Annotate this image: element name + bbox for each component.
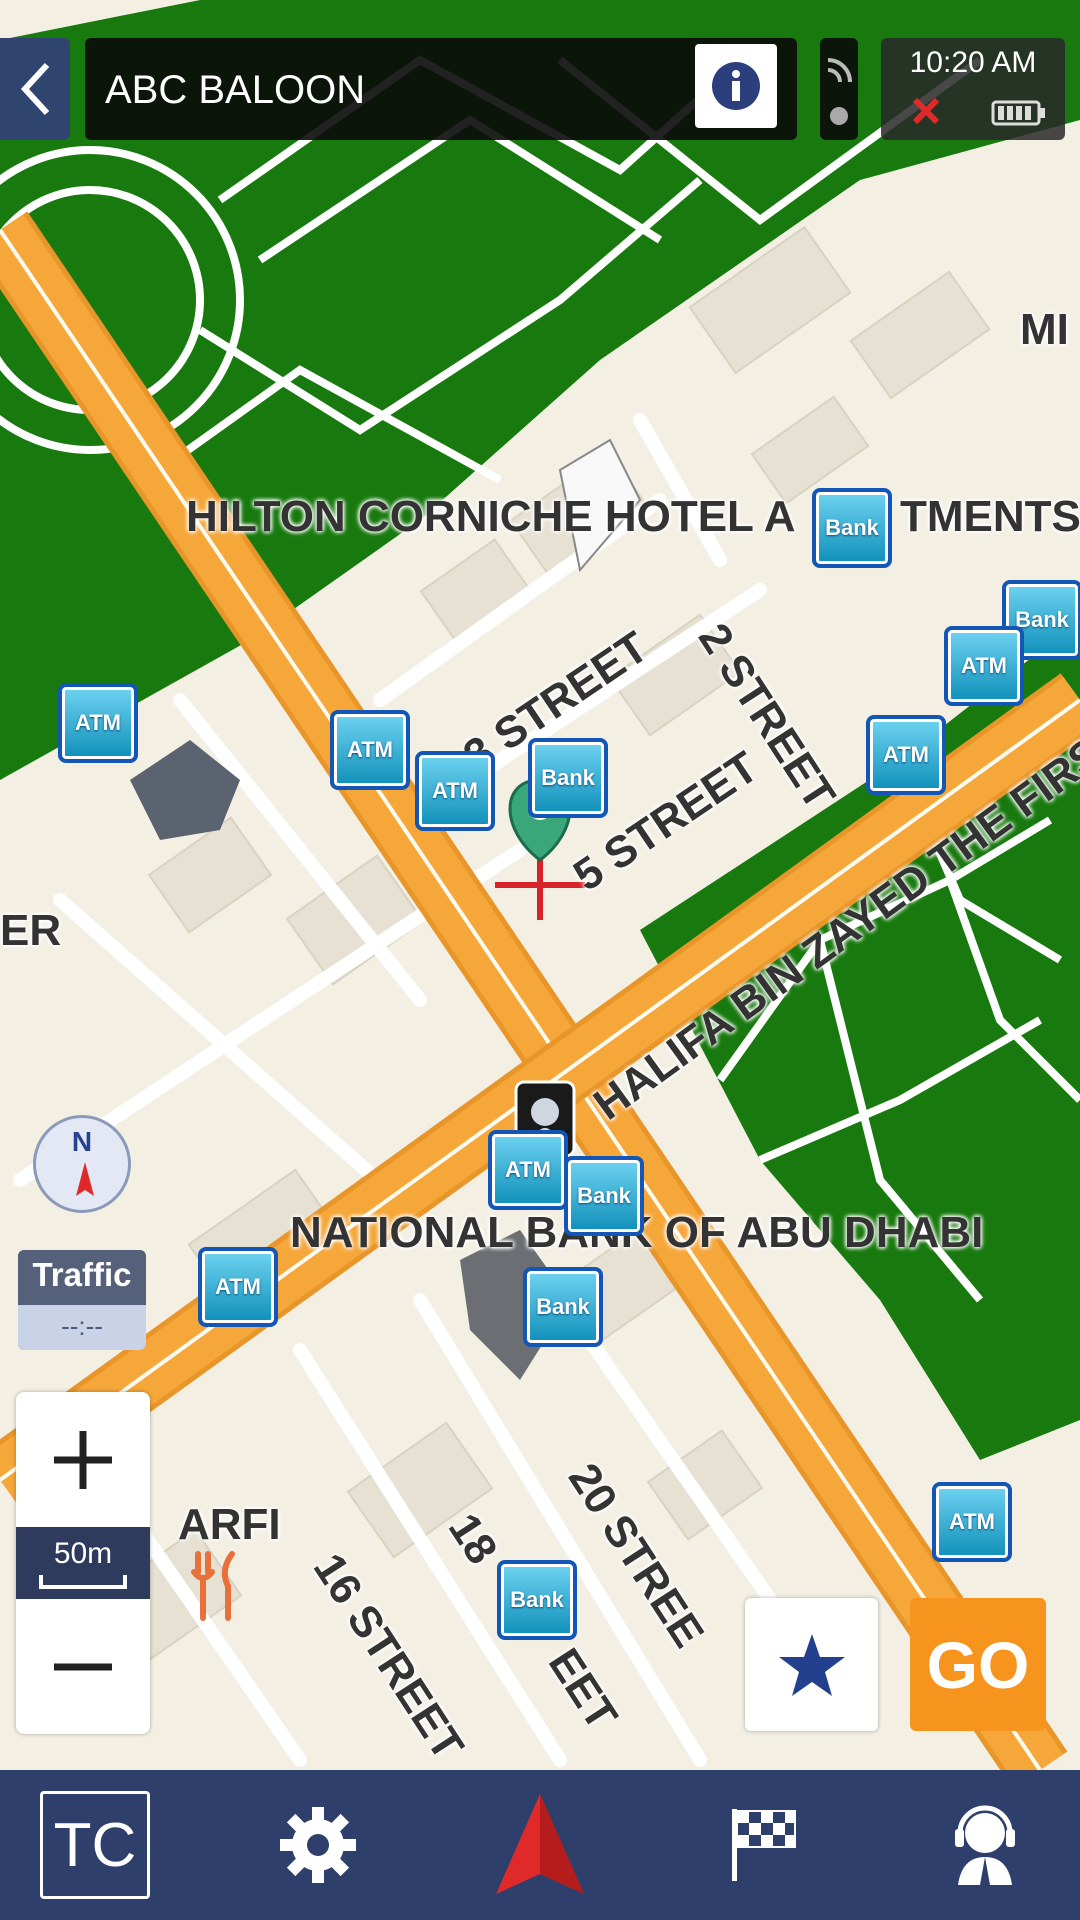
support-button[interactable] xyxy=(910,1770,1060,1920)
no-connection-icon xyxy=(912,97,940,125)
destination-flag-button[interactable] xyxy=(688,1770,838,1920)
bottom-nav: TC xyxy=(0,1770,1080,1920)
atm-poi[interactable]: ATM xyxy=(58,683,138,763)
atm-poi[interactable]: ATM xyxy=(488,1130,568,1210)
label-hilton: HILTON CORNICHE HOTEL A xyxy=(186,492,796,541)
atm-poi[interactable]: ATM xyxy=(944,626,1024,706)
tc-label: TC xyxy=(40,1791,150,1899)
navigate-button[interactable] xyxy=(465,1770,615,1920)
atm-poi[interactable]: ATM xyxy=(330,710,410,790)
restaurant-icon[interactable] xyxy=(188,1550,244,1622)
navigation-arrow-icon xyxy=(496,1794,584,1894)
signal-icon xyxy=(827,58,852,125)
scale-label: 50m xyxy=(53,1537,113,1570)
label-hilton-tail: TMENTS xyxy=(900,492,1080,541)
compass-needle-icon xyxy=(76,1162,94,1196)
atm-poi[interactable]: ATM xyxy=(932,1482,1012,1562)
favorite-button[interactable] xyxy=(745,1598,878,1731)
info-button[interactable] xyxy=(695,44,777,128)
label-arfi: ARFI xyxy=(178,1500,281,1549)
gear-icon xyxy=(280,1807,356,1883)
go-button[interactable]: GO xyxy=(910,1598,1046,1731)
bank-poi[interactable]: Bank xyxy=(523,1267,603,1347)
compass-button[interactable]: N xyxy=(33,1115,131,1213)
tc-button[interactable]: TC xyxy=(20,1770,170,1920)
traffic-value: --:-- xyxy=(61,1311,103,1341)
scale-bar-icon xyxy=(39,1575,127,1589)
battery-icon xyxy=(991,100,1045,126)
label-mi: MI xyxy=(1020,305,1069,354)
checkered-flag-icon xyxy=(732,1809,796,1881)
gps-signal xyxy=(820,38,858,140)
info-icon xyxy=(712,62,760,110)
compass-north-label: N xyxy=(71,1126,93,1157)
clock: 10:20 AM xyxy=(909,46,1037,79)
star-icon xyxy=(778,1633,845,1696)
chevron-left-icon xyxy=(20,62,50,116)
status-panel: 10:20 AM xyxy=(881,38,1065,140)
back-button[interactable] xyxy=(0,38,70,140)
headset-agent-icon xyxy=(955,1805,1015,1885)
destination-title: ABC BALOON xyxy=(105,68,366,112)
zoom-in-button[interactable] xyxy=(16,1392,150,1527)
atm-poi[interactable]: ATM xyxy=(415,751,495,831)
bank-poi[interactable]: Bank xyxy=(812,488,892,568)
bank-poi[interactable]: Bank xyxy=(497,1560,577,1640)
atm-poi[interactable]: ATM xyxy=(866,715,946,795)
zoom-control: 50m xyxy=(16,1392,150,1734)
settings-button[interactable] xyxy=(243,1770,393,1920)
traffic-button[interactable]: Traffic --:-- xyxy=(18,1250,146,1350)
label-er: ER xyxy=(0,906,62,955)
scale-indicator: 50m xyxy=(16,1527,150,1599)
bank-poi[interactable]: Bank xyxy=(564,1156,644,1236)
bank-poi[interactable]: Bank xyxy=(528,738,608,818)
plus-icon xyxy=(54,1430,112,1489)
destination-bar[interactable]: ABC BALOON xyxy=(85,38,797,140)
traffic-label: Traffic xyxy=(32,1256,132,1293)
atm-poi[interactable]: ATM xyxy=(198,1247,278,1327)
zoom-out-button[interactable] xyxy=(16,1599,150,1734)
map-view[interactable]: HILTON CORNICHE HOTEL A TMENTS 3 STREET … xyxy=(0,0,1080,1770)
minus-icon xyxy=(54,1663,112,1670)
